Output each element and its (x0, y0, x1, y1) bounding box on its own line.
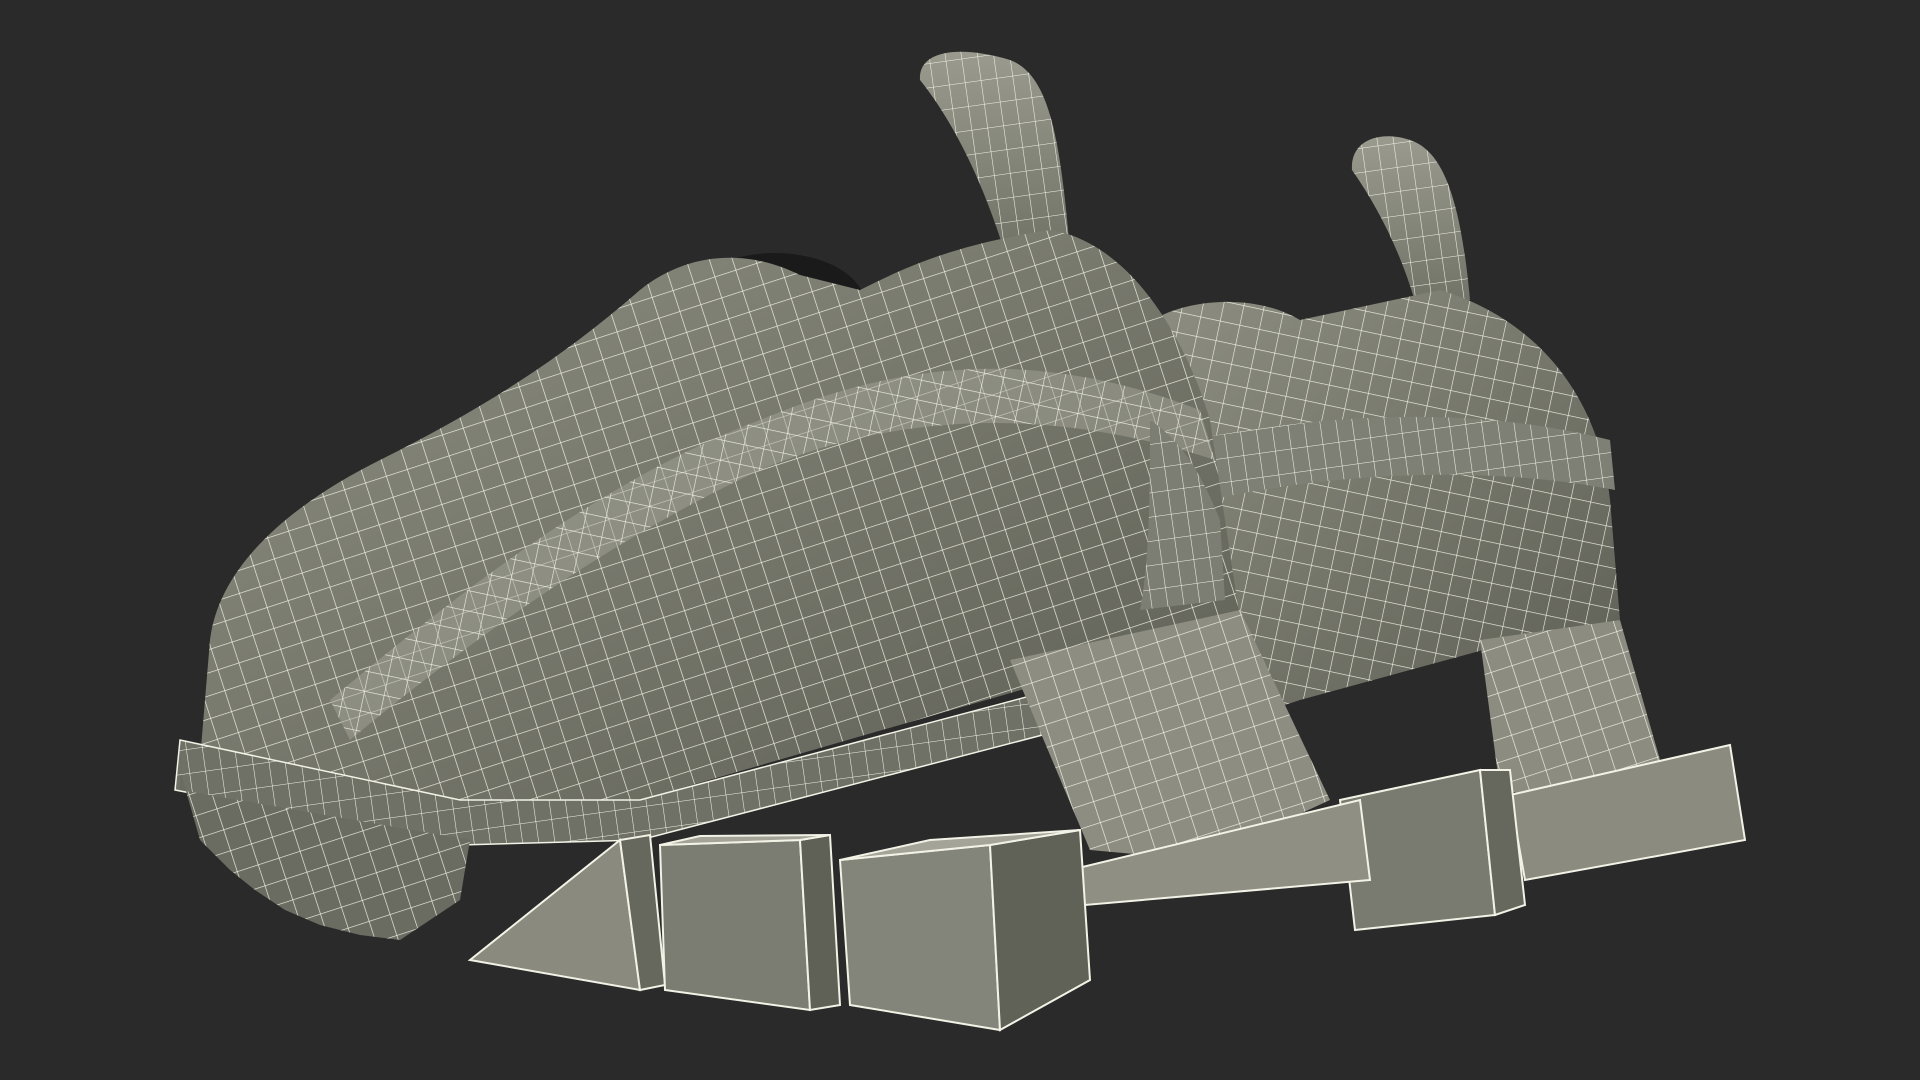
left-sneaker (174, 51, 1372, 1032)
wireframe-render (174, 51, 1747, 1032)
left-sole-lug-3 (838, 843, 1002, 1032)
left-sole-lug-1 (467, 838, 642, 992)
render-viewport (0, 0, 1920, 1080)
left-sole-lug-2 (658, 838, 812, 1012)
